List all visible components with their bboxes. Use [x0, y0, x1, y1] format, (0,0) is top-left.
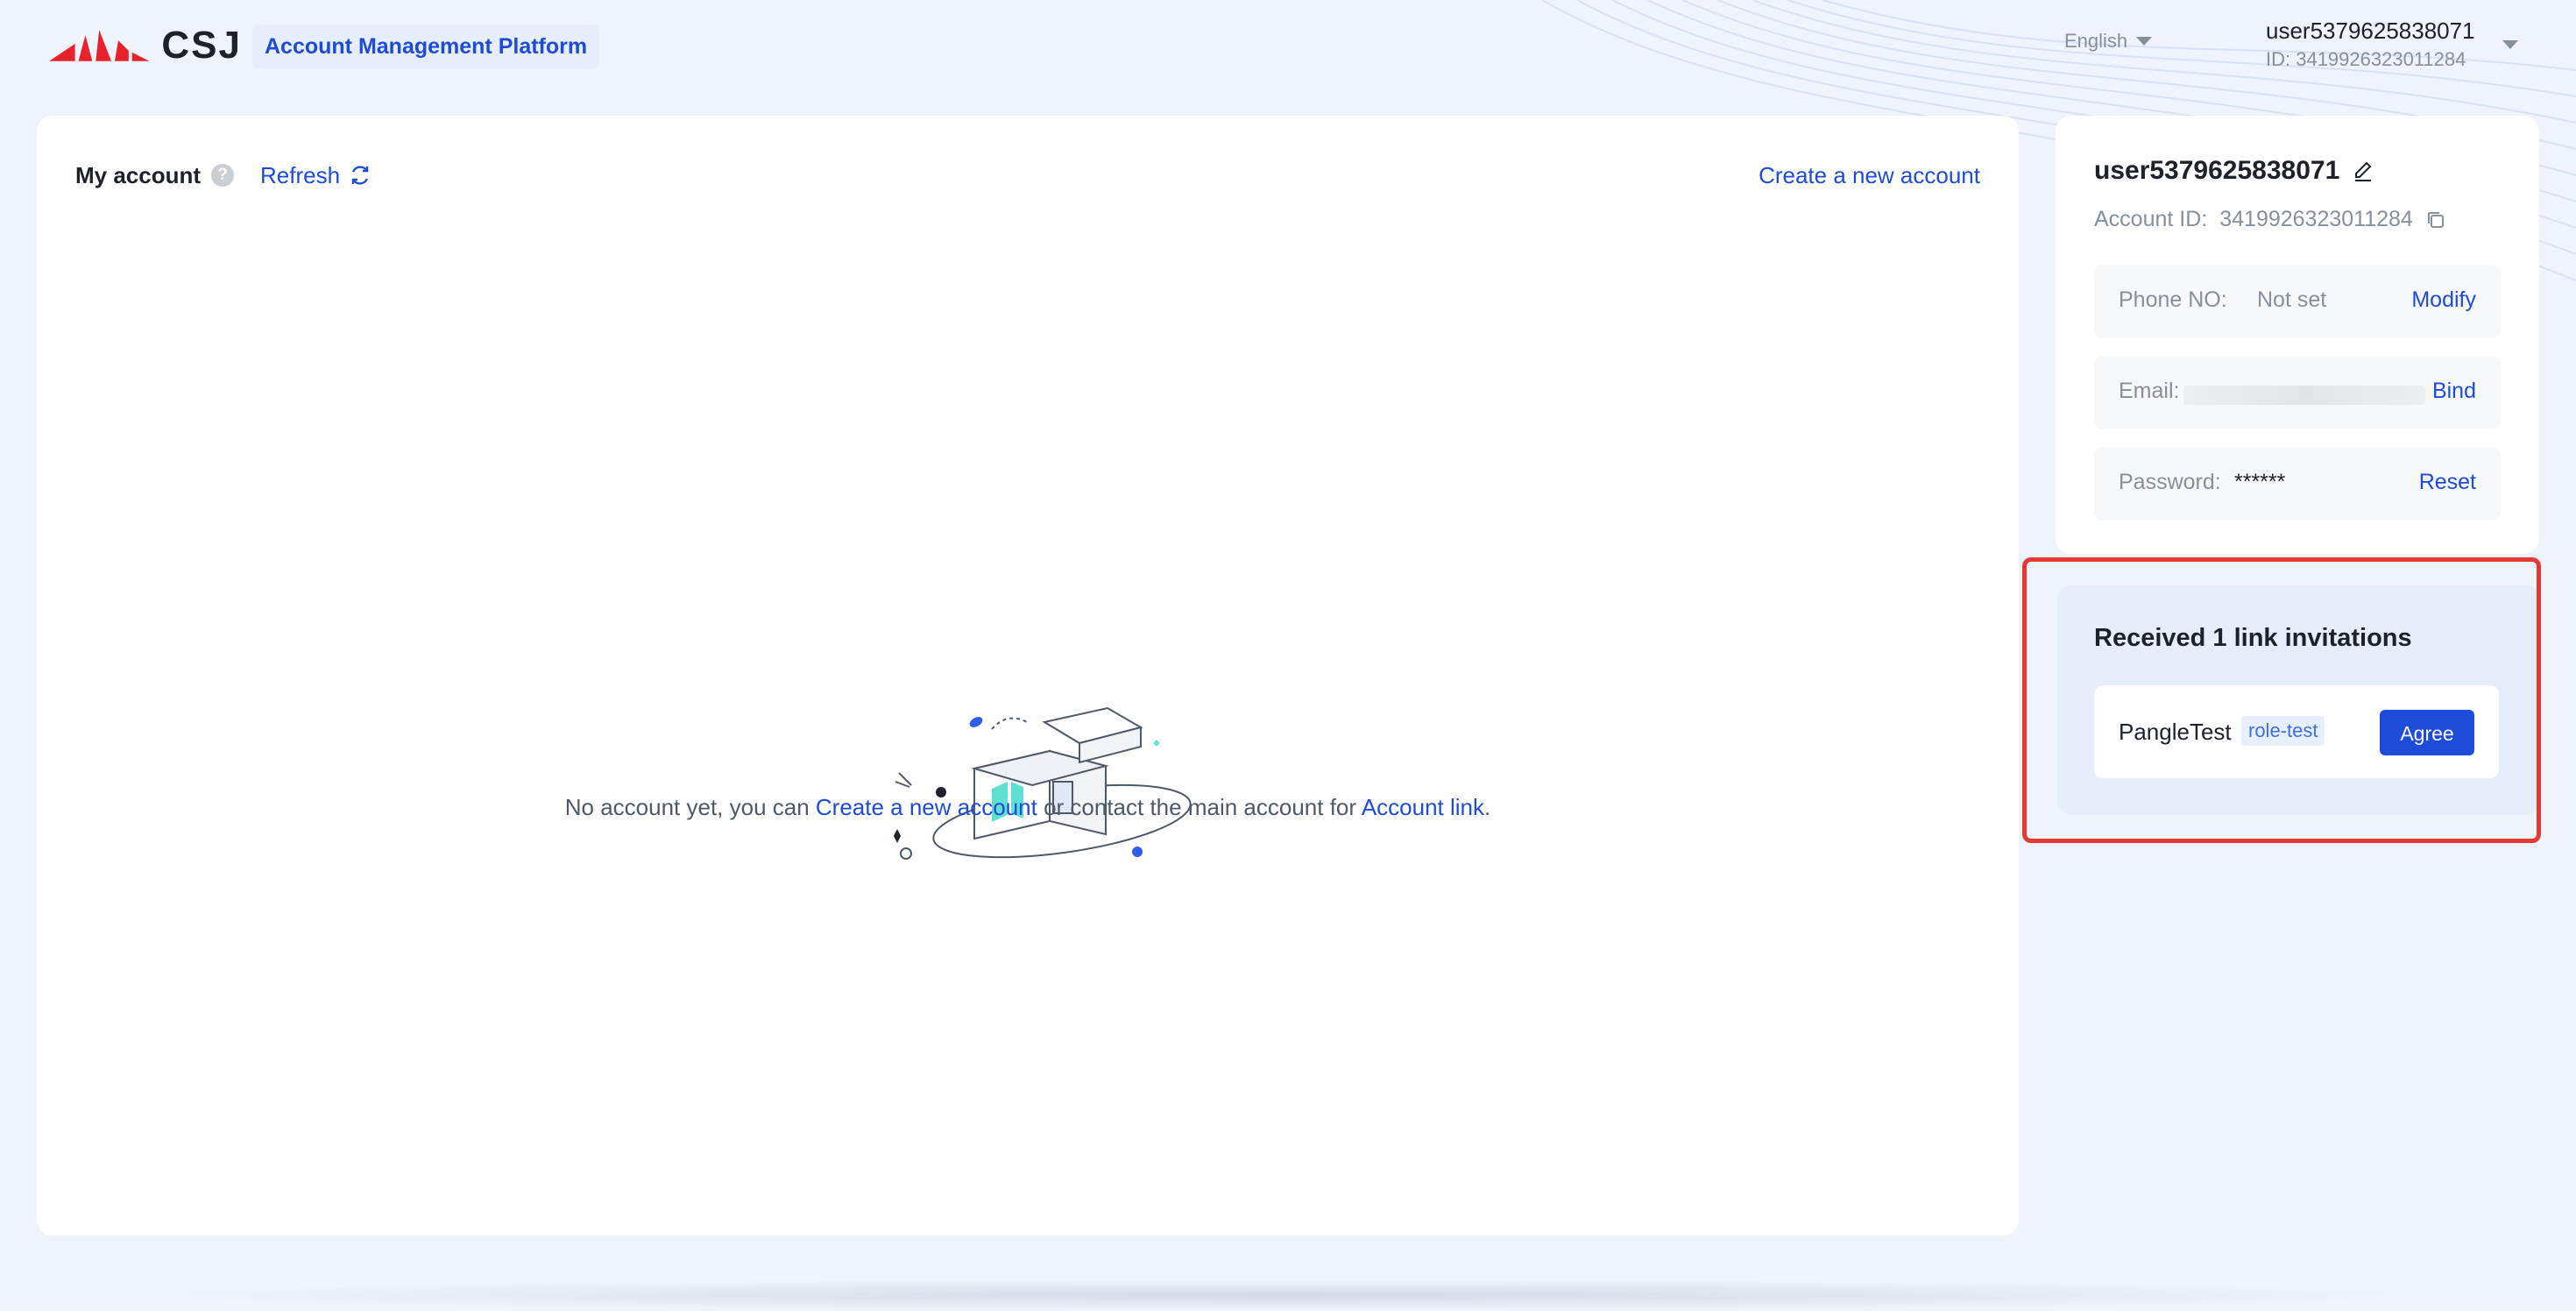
my-account-title: My account: [75, 161, 202, 188]
logo-text: CSJ: [161, 24, 242, 67]
email-label: Email:: [2119, 379, 2180, 403]
phone-value: Not set: [2257, 287, 2327, 312]
email-redacted: [2183, 386, 2425, 405]
empty-create-account-link[interactable]: Create a new account: [816, 794, 1037, 820]
empty-prefix: No account yet, you can: [564, 794, 816, 820]
copy-icon[interactable]: [2425, 209, 2446, 230]
empty-middle: or contact the main account for: [1037, 794, 1362, 820]
password-value: ******: [2234, 470, 2286, 494]
profile-name-row: user5379625838071: [2094, 156, 2374, 186]
refresh-label: Refresh: [260, 161, 341, 188]
user-menu[interactable]: user5379625838071 ID: 3419926323011284: [2266, 16, 2529, 74]
csj-logo[interactable]: CSJ: [49, 24, 242, 67]
profile-card: user5379625838071 Account ID: 3419926323…: [2056, 116, 2539, 554]
account-id-label: Account ID:: [2094, 207, 2208, 231]
empty-box-illustration: [894, 706, 1192, 860]
phone-row: Phone NO: Not set Modify: [2094, 265, 2501, 338]
profile-name: user5379625838071: [2094, 156, 2340, 185]
password-label: Password:: [2119, 470, 2221, 494]
refresh-icon: [351, 166, 369, 185]
email-row: Email: Bind: [2094, 356, 2501, 429]
empty-state-message: No account yet, you can Create a new acc…: [37, 794, 2019, 821]
empty-suffix: .: [1484, 794, 1491, 820]
account-id-row: Account ID: 3419926323011284: [2094, 207, 2446, 232]
card-header: My account ? Refresh: [75, 158, 372, 193]
user-menu-chevron-icon[interactable]: [2502, 40, 2518, 49]
password-row: Password: ****** Reset: [2094, 447, 2501, 521]
account-id-value: 3419926323011284: [2219, 207, 2413, 231]
language-label: English: [2064, 30, 2128, 52]
header-user-id: ID: 3419926323011284: [2266, 48, 2466, 70]
edit-icon[interactable]: [2352, 159, 2374, 182]
highlight-outline: [2022, 557, 2541, 843]
refresh-button[interactable]: Refresh: [260, 162, 372, 189]
chevron-down-icon: [2136, 37, 2153, 46]
bind-email-button[interactable]: Bind: [2432, 379, 2476, 404]
my-account-card: My account ? Refresh Create a new accoun…: [37, 116, 2019, 1236]
language-select[interactable]: English: [2064, 26, 2153, 56]
platform-title[interactable]: Account Management Platform: [252, 25, 600, 68]
reset-password-button[interactable]: Reset: [2419, 470, 2476, 495]
bottom-shadow: [140, 1279, 2436, 1311]
modify-phone-button[interactable]: Modify: [2411, 287, 2476, 313]
top-header: CSJ Account Management Platform English …: [0, 0, 2576, 105]
account-link-link[interactable]: Account link: [1362, 794, 1484, 820]
help-icon[interactable]: ?: [211, 164, 235, 187]
create-account-link[interactable]: Create a new account: [1759, 158, 1980, 193]
phone-label: Phone NO:: [2119, 287, 2227, 312]
logo-mark-icon: [49, 30, 150, 61]
header-username: user5379625838071: [2266, 18, 2475, 44]
